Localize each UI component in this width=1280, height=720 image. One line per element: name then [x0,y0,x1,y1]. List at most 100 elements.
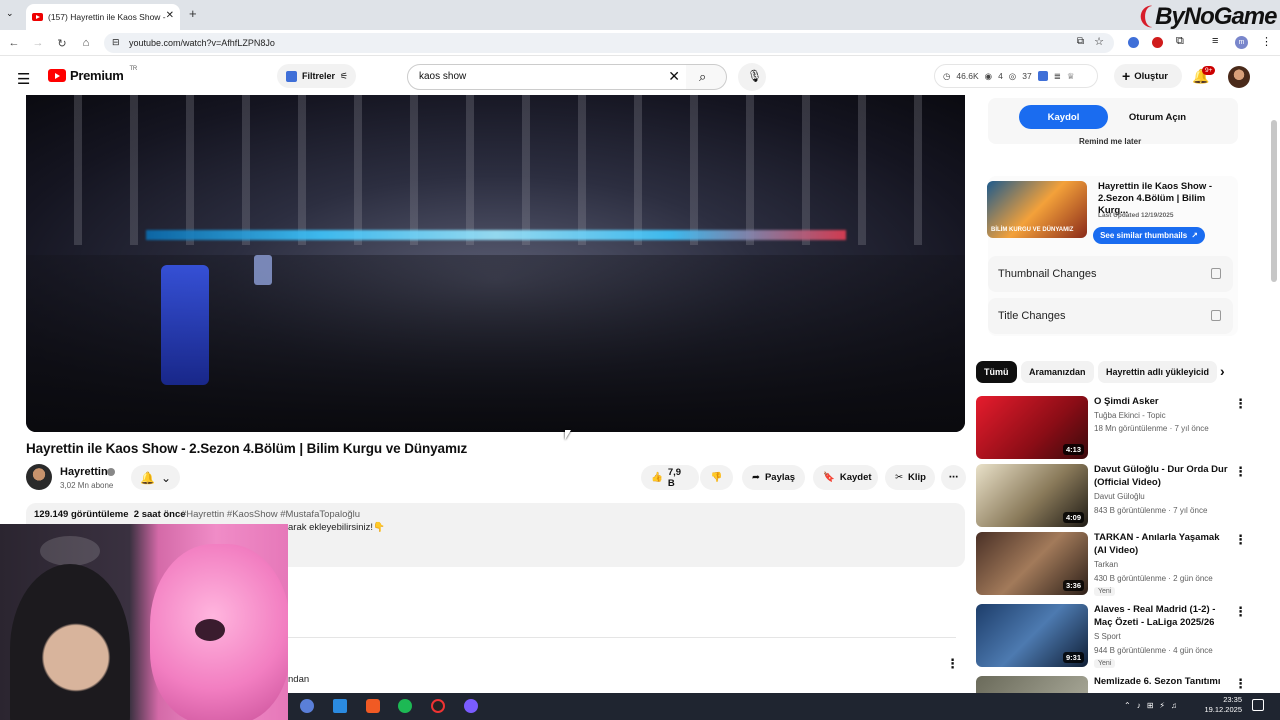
voice-search-button[interactable]: 🎙 [738,63,766,91]
recommendation-item[interactable]: 4:09 Davut Güloğlu - Dur Orda Dur (Offic… [976,464,1256,528]
share-button[interactable]: ➦ Paylaş [742,465,805,490]
rec-thumbnail[interactable]: 4:09 [976,464,1088,527]
subscriber-count: 3,02 Mn abone [60,481,114,490]
search-input[interactable]: kaos show ✕ [407,64,687,90]
rec-thumbnail[interactable]: 3:36 [976,532,1088,595]
install-app-icon[interactable]: ⧉ [1077,36,1084,47]
rec-thumbnail[interactable]: 9:31 [976,604,1088,667]
app-circle-icon[interactable] [464,699,478,713]
stats-a: 4 [998,71,1003,81]
rec-menu-icon[interactable]: ⋮ [1234,464,1247,480]
search-button[interactable]: ⌕ [686,64,727,90]
brave-browser-icon[interactable] [366,699,380,713]
clear-search-icon[interactable]: ✕ [668,68,680,85]
more-icon: ⋯ [948,472,959,483]
extension-icon[interactable] [1128,37,1139,48]
thumbnail-changes-row[interactable]: Thumbnail Changes [988,256,1233,292]
chevron-down-icon: ⌄ [160,470,171,485]
rec-meta: 843 B görüntülenme · 7 yıl önce [1094,506,1208,515]
close-tab-icon[interactable]: ✕ [166,10,174,21]
see-similar-label: See similar thumbnails [1100,231,1188,240]
bookmark-icon: 🔖 [823,472,835,483]
like-button[interactable]: 👍 7,9 B [641,465,699,490]
browser-menu-icon[interactable]: ⋮ [1261,35,1272,48]
system-tray-icons[interactable]: ⌃♪⊞⚡♫ [1124,701,1183,710]
hamburger-menu-icon[interactable]: ☰ [17,70,30,88]
chip-from-uploader[interactable]: Hayrettin adlı yükleyicid [1098,361,1218,383]
youtube-premium-logo[interactable]: Premium TR [48,66,137,83]
tab-search-icon[interactable]: ⌄ [6,8,14,19]
see-similar-thumbnails-button[interactable]: See similar thumbnails ↗ [1093,227,1205,244]
channel-avatar[interactable] [26,464,52,490]
rec-menu-icon[interactable]: ⋮ [1234,676,1247,692]
view-count: 129.149 görüntüleme [34,509,129,520]
description-text: arak ekleyebilirsiniz!👇 [288,522,385,533]
back-arrow-icon[interactable]: ← [7,37,21,49]
discord-icon[interactable] [300,699,314,713]
clock-time: 23:35 [1223,695,1242,704]
dislike-button[interactable]: 👎 [700,465,733,490]
chip-all[interactable]: Tümü [976,361,1017,383]
home-icon[interactable]: ⌂ [79,37,93,49]
bookmark-star-icon[interactable]: ☆ [1094,35,1104,48]
rec-thumbnail[interactable]: 4:13 [976,396,1088,459]
rec-menu-icon[interactable]: ⋮ [1234,532,1247,548]
browser-tab[interactable]: (157) Hayrettin ile Kaos Show - ✕ [26,4,180,30]
site-info-icon[interactable]: ⊟ [112,37,120,48]
profile-avatar[interactable]: m [1235,36,1248,49]
remind-later-link[interactable]: Remind me later [1079,137,1141,146]
recommendation-item[interactable]: Nemlizade 6. Sezon Tanıtımı ⋮ [976,676,1256,693]
stats-extension-icon[interactable] [1037,71,1048,81]
save-button[interactable]: 🔖 Kaydet [813,465,878,490]
signin-button[interactable]: Oturum Açın [1113,105,1202,129]
opera-extension-icon[interactable] [1152,37,1163,48]
sliders-icon: ⚟ [340,70,349,81]
below-text: ndan [288,674,310,685]
verified-badge-icon [107,468,115,476]
rec-menu-icon[interactable]: ⋮ [1234,604,1247,620]
reload-icon[interactable]: ↻ [55,37,69,50]
spotify-icon[interactable] [398,699,412,713]
rec-title: Nemlizade 6. Sezon Tanıtımı [1094,676,1221,687]
browser-toolbar: ← → ↻ ⌂ ⊟ youtube.com/watch?v=AfhfLZPN8J… [0,30,1280,56]
recommendation-item[interactable]: 3:36 TARKAN - Anılarla Yaşamak (AI Video… [976,532,1256,596]
filters-button[interactable]: Filtreler ⚟ [277,64,356,88]
queue-icon[interactable]: ≣ [1054,71,1061,82]
rec-menu-icon[interactable]: ⋮ [1234,396,1247,412]
more-options-icon[interactable]: ⋮ [946,656,959,672]
section-divider [288,637,956,638]
chevron-right-icon[interactable]: › [1220,363,1225,379]
extensions-puzzle-icon[interactable]: ⧉ [1176,35,1184,48]
more-actions-button[interactable]: ⋯ [941,465,966,490]
extension-thumbnail[interactable]: BİLİM KURGU VE DÜNYAMIZ [987,181,1087,238]
recommendation-item[interactable]: 4:13 O Şimdi Asker Tuğba Ekinci - Topic … [976,396,1256,460]
taskbar-clock[interactable]: 23:35 19.12.2025 [1196,695,1242,715]
signup-button[interactable]: Kaydol [1019,105,1108,129]
new-tab-icon[interactable]: + [189,6,197,21]
stage-lights [146,230,846,240]
clip-button[interactable]: ✂ Klip [885,465,935,490]
thumbnail-caption: BİLİM KURGU VE DÜNYAMIZ [991,227,1074,233]
account-avatar[interactable] [1228,66,1250,88]
forward-arrow-icon[interactable]: → [31,37,45,49]
recommendation-item[interactable]: 9:31 Alaves - Real Madrid (1-2) - Maç Öz… [976,604,1256,668]
address-bar[interactable]: ⊟ youtube.com/watch?v=AfhfLZPN8Jo ⧉ ☆ [104,33,1114,53]
page-scrollbar[interactable] [1271,120,1277,282]
channel-name[interactable]: Hayrettin [60,466,108,478]
video-player[interactable] [26,95,965,432]
app-icon[interactable] [333,699,347,713]
rec-thumbnail[interactable] [976,676,1088,693]
obs-icon[interactable] [431,699,445,713]
create-button[interactable]: + Oluştur [1114,64,1182,88]
audience-phone [161,265,209,385]
title-changes-row[interactable]: Title Changes [988,298,1233,334]
trophy-icon[interactable]: ♕ [1067,71,1075,82]
title-changes-label: Title Changes [998,310,1066,322]
chip-from-search[interactable]: Aramanızdan [1021,361,1094,383]
notification-center-icon[interactable] [1252,699,1264,711]
rec-title: O Şimdi Asker [1094,396,1159,407]
media-control-icon[interactable]: ≡ [1212,35,1218,47]
rec-title: TARKAN - Anılarla Yaşamak (AI Video) [1094,532,1220,556]
subscription-bell-button[interactable]: 🔔 ⌄ [131,465,180,490]
hashtags[interactable]: #Hayrettin #KaosShow #MustafaTopaloğlu [181,509,360,520]
